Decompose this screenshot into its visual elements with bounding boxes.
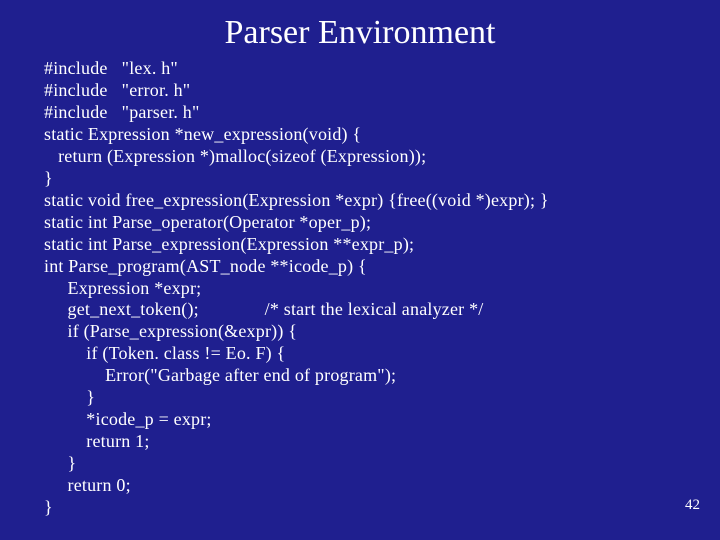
slide: Parser Environment #include "lex. h" #in… <box>0 0 720 540</box>
code-block: #include "lex. h" #include "error. h" #i… <box>0 58 720 519</box>
page-number: 42 <box>685 497 700 514</box>
slide-title: Parser Environment <box>0 0 720 58</box>
